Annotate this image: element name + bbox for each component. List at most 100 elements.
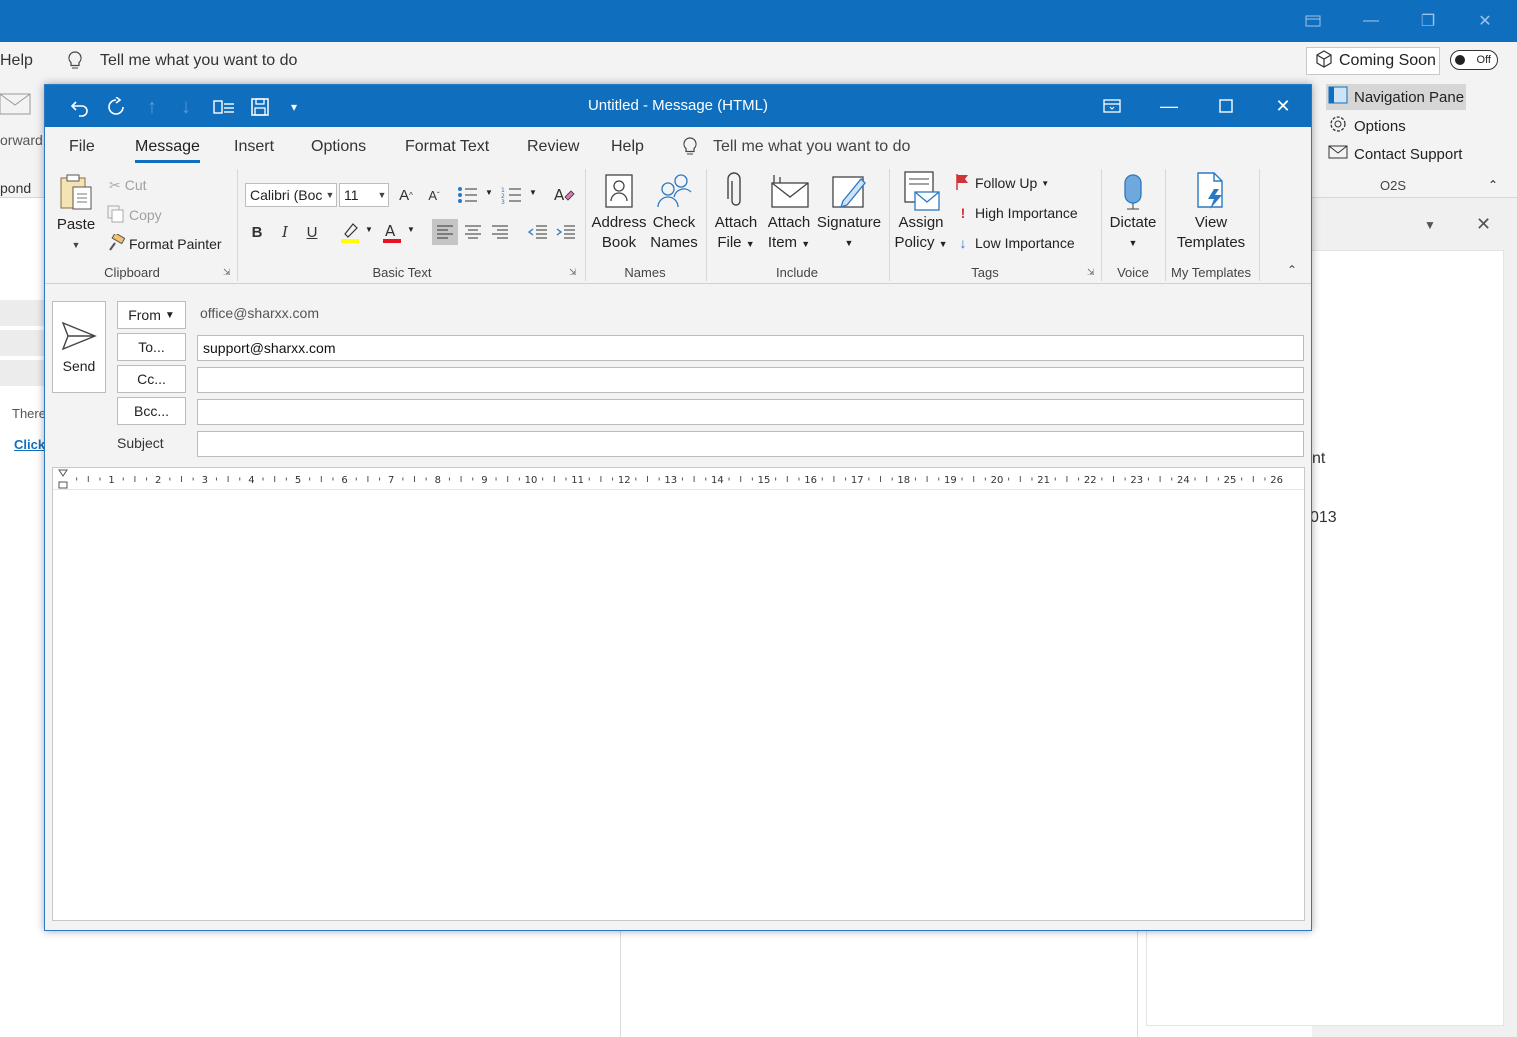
increase-indent-icon[interactable] — [553, 219, 579, 245]
to-field[interactable]: support@sharxx.com — [197, 335, 1304, 361]
maximize-icon[interactable] — [1198, 85, 1254, 127]
paste-button[interactable]: Paste ▼ — [53, 171, 99, 255]
coming-soon-toggle[interactable]: Off — [1450, 50, 1498, 70]
send-button[interactable]: Send — [52, 301, 106, 393]
main-tab-help[interactable]: Help — [0, 52, 33, 70]
grow-font-icon[interactable]: A ^ — [393, 182, 419, 208]
font-size-combo[interactable]: 11 ▼ — [339, 183, 389, 207]
collapse-ribbon-icon[interactable]: ⌃ — [1287, 263, 1297, 277]
assign-policy-button[interactable]: Assign Policy ▼ — [893, 169, 949, 254]
tab-review[interactable]: Review — [527, 127, 579, 163]
tab-file[interactable]: File — [69, 127, 95, 163]
options-button[interactable]: Options — [1326, 113, 1406, 139]
font-name-combo[interactable]: Calibri (Boc ▼ — [245, 183, 337, 207]
contact-support-button[interactable]: Contact Support — [1326, 141, 1462, 167]
cc-button[interactable]: Cc... — [117, 365, 186, 393]
paintbrush-icon — [107, 231, 126, 255]
paste-dropdown-icon[interactable]: ▼ — [72, 235, 81, 255]
bcc-field[interactable] — [197, 399, 1304, 425]
customize-quick-access-icon[interactable]: ▾ — [281, 94, 307, 120]
from-button[interactable]: From ▼ — [117, 301, 186, 329]
check-names-button[interactable]: Check Names — [647, 169, 701, 253]
coming-soon-button[interactable]: Coming Soon — [1306, 47, 1440, 75]
divider — [1137, 931, 1138, 1037]
attach-item-button[interactable]: Attach Item ▼ — [763, 169, 815, 254]
to-button[interactable]: To... — [117, 333, 186, 361]
chevron-down-icon[interactable]: ▼ — [365, 225, 373, 234]
highlight-icon[interactable] — [337, 219, 363, 245]
chevron-down-icon[interactable]: ▼ — [407, 225, 415, 234]
ruler[interactable]: 1 2 3 4 5 6 7 8 9 10 11 12 13 14 15 16 17 18 19 20 21 22 23 24 2… — [53, 468, 1304, 490]
follow-up-button[interactable]: Follow Up ▼ — [955, 171, 1049, 195]
ribbon-display-options-icon[interactable] — [1290, 0, 1336, 42]
list-item[interactable] — [0, 300, 44, 326]
cc-field[interactable] — [197, 367, 1304, 393]
bold-button[interactable]: B — [244, 219, 270, 245]
align-right-icon[interactable] — [487, 219, 513, 245]
close-icon[interactable]: ✕ — [1255, 85, 1311, 127]
message-body[interactable]: 1 2 3 4 5 6 7 8 9 10 11 12 13 14 15 16 17 18 19 20 21 22 23 24 2… — [52, 467, 1305, 921]
low-importance-label: Low Importance — [975, 235, 1075, 251]
copy-label: Copy — [129, 207, 162, 223]
pane-dropdown-icon[interactable]: ▼ — [1424, 218, 1436, 232]
indent-marker[interactable] — [58, 469, 68, 489]
basic-text-launcher-icon[interactable]: ⇲ — [569, 267, 577, 278]
align-center-icon[interactable] — [460, 219, 486, 245]
customize-view-icon[interactable] — [211, 94, 237, 120]
collapse-ribbon-icon[interactable]: ⌃ — [1488, 178, 1498, 192]
message-preview-link[interactable]: Click — [14, 437, 45, 452]
main-minimize-icon[interactable]: — — [1348, 0, 1394, 42]
underline-button[interactable]: U — [299, 219, 325, 245]
tags-launcher-icon[interactable]: ⇲ — [1087, 267, 1095, 278]
list-item[interactable] — [0, 360, 44, 386]
low-importance-button[interactable]: ↓ Low Importance — [955, 231, 1075, 255]
chevron-down-icon[interactable]: ▼ — [485, 188, 493, 197]
tab-insert[interactable]: Insert — [234, 127, 274, 163]
decrease-indent-icon[interactable] — [525, 219, 551, 245]
view-templates-label: View — [1194, 214, 1228, 231]
tab-options[interactable]: Options — [311, 127, 366, 163]
pane-close-icon[interactable]: ✕ — [1476, 214, 1491, 235]
address-book-button[interactable]: Address Book — [591, 169, 647, 253]
tab-format-text[interactable]: Format Text — [405, 127, 489, 163]
redo-icon[interactable] — [103, 94, 129, 120]
main-tell-me-search[interactable]: Tell me what you want to do — [100, 52, 297, 70]
main-restore-icon[interactable]: ❐ — [1405, 0, 1451, 42]
list-item[interactable] — [0, 330, 44, 356]
dictate-button[interactable]: Dictate ▼ — [1105, 169, 1161, 253]
next-item-icon[interactable]: ↓ — [173, 94, 199, 120]
tab-message[interactable]: Message — [135, 127, 200, 163]
divider — [1165, 169, 1166, 281]
align-left-icon[interactable] — [432, 219, 458, 245]
high-importance-button[interactable]: ! High Importance — [955, 201, 1078, 225]
forward-icon[interactable] — [0, 90, 36, 123]
previous-item-icon[interactable]: ↑ — [139, 94, 165, 120]
tab-help[interactable]: Help — [611, 127, 644, 163]
numbering-icon[interactable]: 123 — [499, 182, 525, 208]
forward-label[interactable]: orward — [0, 132, 43, 148]
format-painter-button[interactable]: Format Painter — [107, 231, 222, 256]
navigation-pane-button[interactable]: Navigation Pane — [1326, 84, 1466, 110]
view-templates-button[interactable]: View Templates — [1169, 169, 1253, 253]
chevron-down-icon[interactable]: ▼ — [529, 188, 537, 197]
subject-field[interactable] — [197, 431, 1304, 457]
tell-me-search[interactable]: Tell me what you want to do — [713, 127, 910, 163]
main-close-icon[interactable]: ✕ — [1462, 0, 1508, 42]
copy-button[interactable]: Copy — [107, 203, 162, 227]
bullets-icon[interactable] — [455, 182, 481, 208]
bcc-button[interactable]: Bcc... — [117, 397, 186, 425]
save-icon[interactable] — [247, 94, 273, 120]
clear-formatting-icon[interactable]: A — [551, 182, 577, 208]
italic-button[interactable]: I — [272, 219, 298, 245]
clipboard-launcher-icon[interactable]: ⇲ — [223, 267, 231, 278]
ruler-number: 8 — [435, 475, 441, 486]
undo-icon[interactable] — [67, 94, 93, 120]
message-preview-text: There — [12, 406, 46, 421]
shrink-font-icon[interactable]: Aˇ — [421, 182, 447, 208]
attach-file-button[interactable]: Attach File ▼ — [711, 169, 761, 254]
ribbon-display-options-icon[interactable] — [1084, 85, 1140, 127]
cut-button[interactable]: ✂ Cut — [109, 173, 147, 197]
minimize-icon[interactable]: — — [1141, 85, 1197, 127]
signature-button[interactable]: Signature ▼ — [817, 169, 881, 253]
font-color-icon[interactable]: A — [379, 219, 405, 245]
